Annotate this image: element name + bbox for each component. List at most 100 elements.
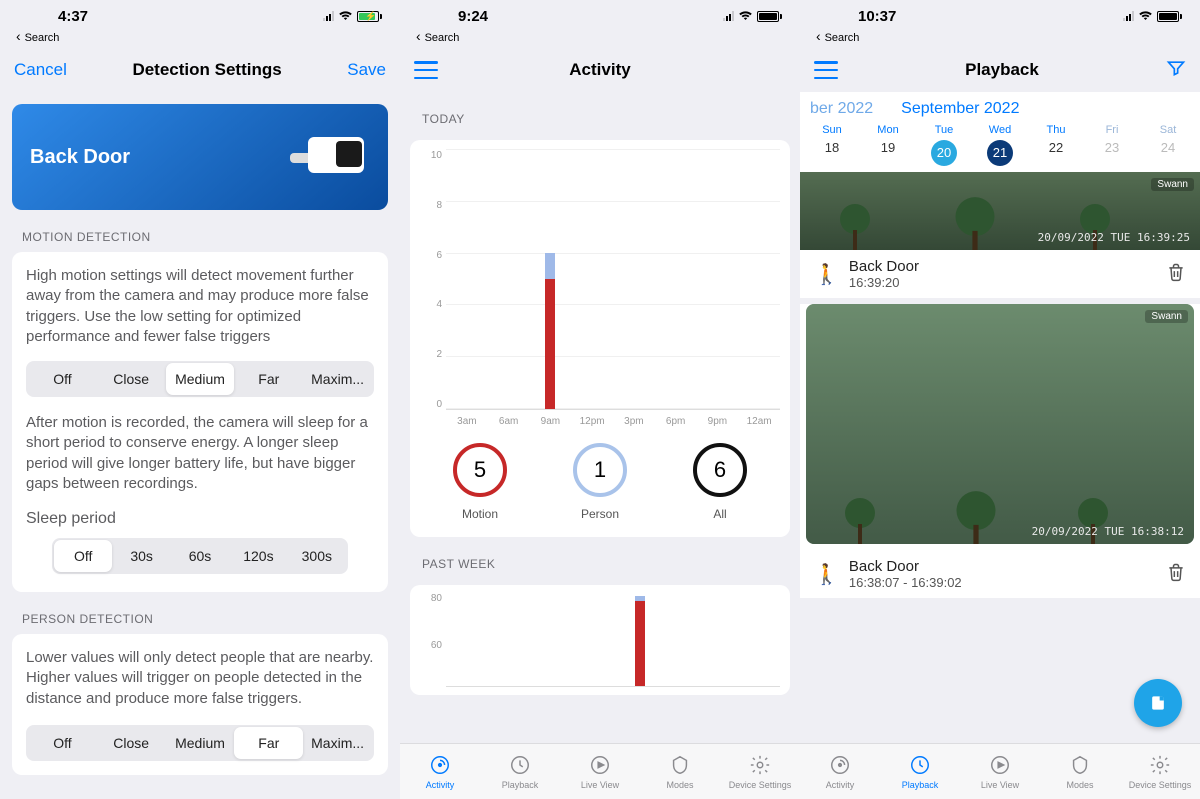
menu-button[interactable] [814, 61, 838, 79]
x-axis: 3am6am9am12pm3pm6pm9pm12am [420, 416, 780, 427]
tab-activity[interactable]: Activity [800, 754, 880, 790]
motion-section-header: MOTION DETECTION [0, 210, 400, 252]
calendar-day[interactable]: Tue20 [924, 124, 964, 166]
segment-option[interactable]: Medium [166, 363, 235, 395]
nav-bar: Playback [800, 48, 1200, 92]
calendar-day[interactable]: Fri23 [1092, 124, 1132, 166]
calendar-day[interactable]: Mon19 [868, 124, 908, 166]
clip-thumbnail[interactable]: Swann20/09/2022 TUE 16:38:12 [806, 304, 1194, 544]
x-tick: 12am [738, 416, 780, 427]
delete-clip-button[interactable] [1166, 262, 1186, 287]
back-to-search-link[interactable]: Search [0, 28, 400, 48]
y-tick: 80 [420, 593, 442, 640]
delete-clip-button[interactable] [1166, 562, 1186, 587]
person-panel: Lower values will only detect people tha… [12, 634, 388, 775]
brand-watermark: Swann [1151, 178, 1194, 191]
y-tick: 0 [420, 399, 442, 410]
back-to-search-link[interactable]: Search [800, 28, 1200, 48]
segment-option[interactable]: Close [97, 727, 166, 759]
calendar-day[interactable]: Sat24 [1148, 124, 1188, 166]
clip-time: 16:38:07 - 16:39:02 [849, 575, 1156, 590]
battery-charging-icon: ⚡ [357, 11, 382, 22]
segment-option[interactable]: Maxim... [303, 363, 372, 395]
motion-segment: OffCloseMediumFarMaxim... [26, 361, 374, 397]
calendar-months[interactable]: ber 2022 September 2022 [800, 100, 1200, 124]
segment-option[interactable]: Off [28, 363, 97, 395]
day-of-week: Wed [980, 124, 1020, 136]
page-title: Detection Settings [132, 60, 281, 80]
content-scroll[interactable]: Back Door MOTION DETECTION High motion s… [0, 92, 400, 799]
clip-time: 16:39:20 [849, 275, 1156, 290]
x-tick: 9pm [697, 416, 739, 427]
content-scroll[interactable]: TODAY 1086420 3am6am9am12pm3pm6pm9pm12am… [400, 92, 800, 743]
x-tick: 3pm [613, 416, 655, 427]
segment-option[interactable]: Medium [166, 727, 235, 759]
camera-name: Back Door [30, 146, 130, 169]
stat-motion[interactable]: 5 Motion [453, 443, 507, 521]
person-desc: Lower values will only detect people tha… [26, 648, 374, 709]
detection-settings-screen: 4:37 ⚡ Search Cancel Detection Settings … [0, 0, 400, 799]
tab-modes[interactable]: Modes [1040, 754, 1120, 790]
motion-panel: High motion settings will detect movemen… [12, 252, 388, 592]
today-chart-card: 1086420 3am6am9am12pm3pm6pm9pm12am 5 Mot… [410, 140, 790, 537]
camera-card[interactable]: Back Door [12, 104, 388, 210]
tab-modes[interactable]: Modes [640, 754, 720, 790]
stat-motion-value: 5 [453, 443, 507, 497]
tab-playback[interactable]: Playback [880, 754, 960, 790]
y-axis: 1086420 [420, 150, 446, 410]
person-walk-icon: 🚶 [814, 562, 839, 587]
stat-all[interactable]: 6 All [693, 443, 747, 521]
tab-device-settings[interactable]: Device Settings [1120, 754, 1200, 790]
current-month[interactable]: September 2022 [901, 100, 1019, 118]
segment-option[interactable]: Close [97, 363, 166, 395]
tab-label: Activity [400, 780, 480, 790]
segment-option[interactable]: 60s [171, 540, 229, 572]
content-scroll[interactable]: ber 2022 September 2022 Sun 18 Mon19 Tue20 W… [800, 92, 1200, 743]
segment-option[interactable]: 120s [229, 540, 287, 572]
tab-device-settings[interactable]: Device Settings [720, 754, 800, 790]
back-to-search-link[interactable]: Search [400, 28, 800, 48]
calendar-day[interactable]: Sun 18 [812, 124, 852, 166]
tab-activity[interactable]: Activity [400, 754, 480, 790]
tab-live-view[interactable]: Live View [960, 754, 1040, 790]
segment-option[interactable]: Maxim... [303, 727, 372, 759]
x-tick: 6am [488, 416, 530, 427]
segment-option[interactable]: Off [54, 540, 112, 572]
storage-fab-button[interactable] [1134, 679, 1182, 727]
segment-option[interactable]: Far [234, 363, 303, 395]
day-of-week: Sun [812, 124, 852, 136]
status-bar: 4:37 ⚡ [0, 0, 400, 28]
clip-list: Swann20/09/2022 TUE 16:39:25🚶Back Door16… [800, 172, 1200, 598]
sleep-label: Sleep period [26, 510, 374, 528]
segment-option[interactable]: Far [234, 727, 303, 759]
wifi-icon [738, 9, 753, 24]
tab-playback[interactable]: Playback [480, 754, 560, 790]
clip-thumbnail[interactable]: Swann20/09/2022 TUE 16:39:25 [800, 172, 1200, 250]
day-number: 23 [1092, 140, 1132, 155]
cell-signal-icon [723, 11, 734, 21]
segment-option[interactable]: 30s [112, 540, 170, 572]
filter-button[interactable] [1166, 58, 1186, 83]
stat-person[interactable]: 1 Person [573, 443, 627, 521]
day-of-week: Mon [868, 124, 908, 136]
day-number: 18 [812, 140, 852, 155]
segment-option[interactable]: 300s [288, 540, 346, 572]
cancel-button[interactable]: Cancel [14, 60, 67, 80]
tab-bar: ActivityPlaybackLive ViewModesDevice Set… [800, 743, 1200, 799]
save-button[interactable]: Save [347, 60, 386, 80]
tab-label: Device Settings [720, 780, 800, 790]
segment-option[interactable]: Off [28, 727, 97, 759]
y-tick: 8 [420, 200, 442, 211]
prev-month[interactable]: ber 2022 [810, 100, 873, 118]
status-time: 4:37 [18, 8, 323, 25]
menu-button[interactable] [414, 61, 438, 79]
tab-live-view[interactable]: Live View [560, 754, 640, 790]
status-bar: 10:37 [800, 0, 1200, 28]
x-tick: 9am [530, 416, 572, 427]
calendar-day[interactable]: Wed21 [980, 124, 1020, 166]
status-icons: ⚡ [323, 9, 382, 24]
calendar-days: Sun 18 Mon19 Tue20 Wed21 Thu22 Fri23 Sat24 [800, 124, 1200, 166]
wifi-icon [338, 9, 353, 24]
calendar-day[interactable]: Thu22 [1036, 124, 1076, 166]
cell-signal-icon [323, 11, 334, 21]
